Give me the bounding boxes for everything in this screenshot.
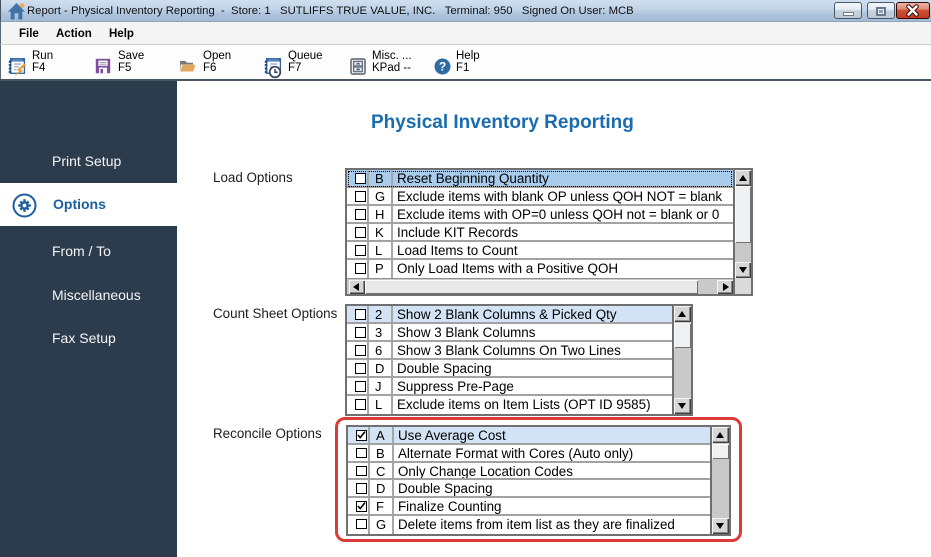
svg-text:?: ? (439, 60, 446, 74)
